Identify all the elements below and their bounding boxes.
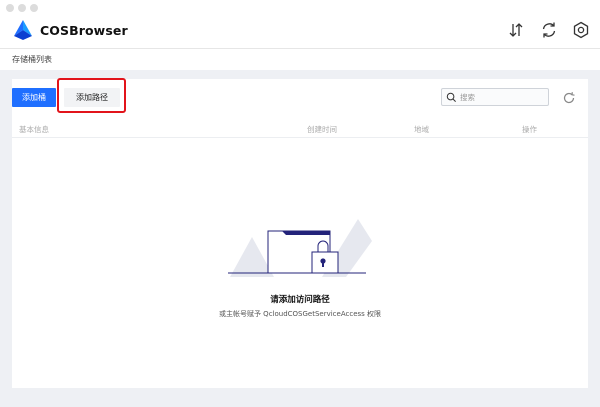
empty-state-subtitle: 或主帐号赋予 QcloudCOSGetServiceAccess 权限 xyxy=(218,310,382,318)
app-header: COSBrowser xyxy=(0,18,600,48)
empty-state-title: 请添加访问路径 xyxy=(270,295,330,305)
column-header-basic-info: 基本信息 xyxy=(19,125,49,134)
sync-icon[interactable] xyxy=(539,20,559,40)
column-header-actions: 操作 xyxy=(522,125,537,134)
highlight-annotation xyxy=(57,78,126,113)
cos-logo-icon xyxy=(12,19,34,41)
app-title: COSBrowser xyxy=(40,23,128,38)
locked-folder-illustration xyxy=(228,219,372,277)
settings-icon[interactable] xyxy=(571,20,591,40)
window-close-button[interactable] xyxy=(6,4,14,12)
window-minimize-button[interactable] xyxy=(18,4,26,12)
search-placeholder: 搜索 xyxy=(460,93,475,102)
transfer-icon[interactable] xyxy=(506,20,526,40)
header-divider xyxy=(0,48,600,49)
table-header: 基本信息 创建时间 地域 操作 xyxy=(12,118,588,138)
window-zoom-button[interactable] xyxy=(30,4,38,12)
window-titlebar xyxy=(0,0,600,18)
search-input[interactable]: 搜索 xyxy=(441,88,549,106)
add-bucket-button[interactable]: 添加桶 xyxy=(12,88,56,107)
refresh-icon[interactable] xyxy=(562,90,576,104)
column-header-created-time: 创建时间 xyxy=(307,125,337,134)
search-icon xyxy=(446,92,456,102)
column-header-region: 地域 xyxy=(414,125,429,134)
breadcrumb: 存储桶列表 xyxy=(12,55,52,64)
